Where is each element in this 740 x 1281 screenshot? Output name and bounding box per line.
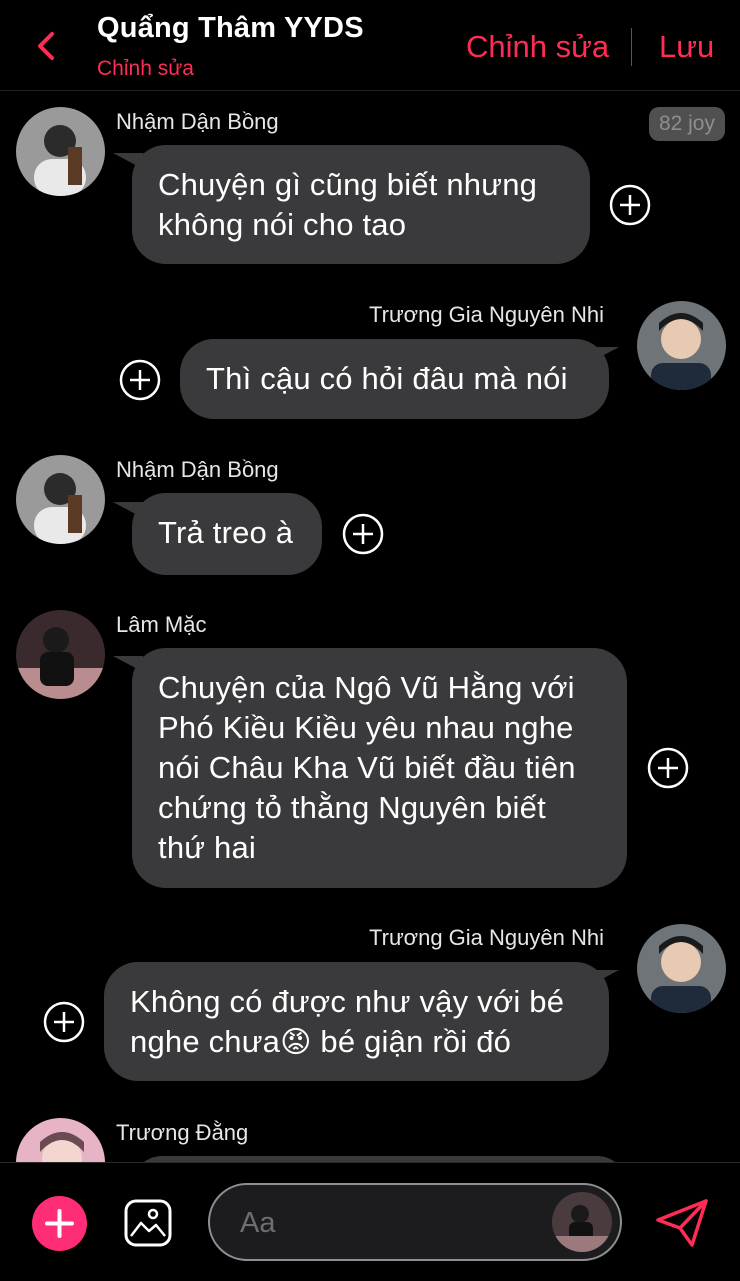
avatar[interactable] xyxy=(16,1118,105,1162)
joy-badge: 82 joy xyxy=(648,107,725,141)
chat-header: Quẩng Thâm YYDS Chỉnh sửa Chỉnh sửa Lưu xyxy=(0,0,740,91)
sender-name: Lâm Mặc xyxy=(116,612,207,637)
message-bubble[interactable]: Không có được như vậy với bé nghe chưa😡 … xyxy=(104,962,609,1081)
message-bubble[interactable]: Thì cậu có hỏi đâu mà nói xyxy=(180,339,609,419)
avatar[interactable] xyxy=(637,924,726,1013)
message-text: Thì cậu có hỏi đâu mà nói xyxy=(206,361,568,396)
message-text: Chuyện của Ngô Vũ Hằng với Phó Kiều Kiều… xyxy=(158,670,576,865)
sender-name: Trương Gia Nguyên Nhi xyxy=(369,925,604,950)
plus-icon xyxy=(45,1209,74,1238)
back-chevron-icon[interactable] xyxy=(28,26,68,66)
message-text: Trả treo à xyxy=(158,515,294,550)
message-list[interactable]: 82 joy Nhậm Dận Bồng Chuyện gì cũng biết… xyxy=(0,91,740,1162)
chat-subtitle[interactable]: Chỉnh sửa xyxy=(97,57,194,81)
message-bubble[interactable]: Trả treo à xyxy=(132,493,322,575)
message-bubble[interactable]: Chuyện gì cũng biết nhưng không nói cho … xyxy=(132,145,590,264)
message-input[interactable]: Aa xyxy=(208,1183,622,1261)
add-reaction-icon[interactable] xyxy=(609,184,651,226)
image-icon[interactable] xyxy=(123,1198,173,1248)
sender-name: Nhậm Dận Bồng xyxy=(116,457,279,482)
sender-name: Nhậm Dận Bồng xyxy=(116,109,279,134)
angry-emoji: 😡 xyxy=(280,1026,312,1059)
message-input-placeholder: Aa xyxy=(240,1207,276,1239)
chat-title: Quẩng Thâm YYDS xyxy=(97,12,364,44)
add-reaction-icon[interactable] xyxy=(647,747,689,789)
header-divider xyxy=(631,28,632,66)
avatar[interactable] xyxy=(16,107,105,196)
message-composer: Aa xyxy=(0,1162,740,1281)
add-reaction-icon[interactable] xyxy=(119,359,161,401)
avatar[interactable] xyxy=(16,455,105,544)
send-icon[interactable] xyxy=(654,1198,710,1248)
avatar[interactable] xyxy=(16,610,105,699)
add-reaction-icon[interactable] xyxy=(342,513,384,555)
add-reaction-icon[interactable] xyxy=(43,1001,85,1043)
sender-name: Trương Gia Nguyên Nhi xyxy=(369,302,604,327)
sender-name: Trương Đằng xyxy=(116,1120,249,1145)
save-button[interactable]: Lưu xyxy=(659,29,714,65)
add-button[interactable] xyxy=(32,1196,87,1251)
avatar[interactable] xyxy=(637,301,726,390)
message-text-continued: bé giận rồi đó xyxy=(311,1024,512,1059)
avatar[interactable] xyxy=(552,1192,612,1252)
message-text: Chuyện gì cũng biết nhưng không nói cho … xyxy=(158,167,538,242)
edit-button[interactable]: Chỉnh sửa xyxy=(466,29,609,65)
message-bubble[interactable]: Chuyện của Ngô Vũ Hằng với Phó Kiều Kiều… xyxy=(132,648,627,888)
